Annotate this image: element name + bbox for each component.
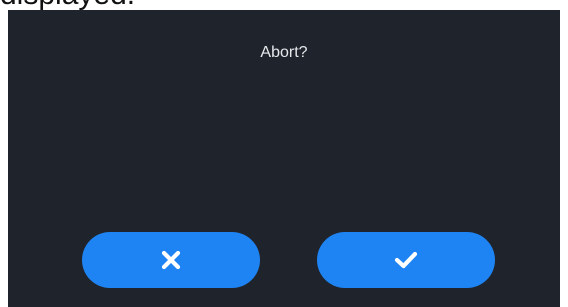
abort-dialog: Abort? — [8, 10, 560, 307]
dialog-title: Abort? — [260, 44, 308, 61]
caption-text: displayed. — [0, 0, 135, 10]
confirm-button[interactable] — [317, 232, 495, 288]
cancel-button[interactable] — [82, 232, 260, 288]
close-icon — [161, 250, 181, 270]
check-icon — [394, 250, 418, 270]
page: displayed. Abort? — [0, 0, 568, 307]
